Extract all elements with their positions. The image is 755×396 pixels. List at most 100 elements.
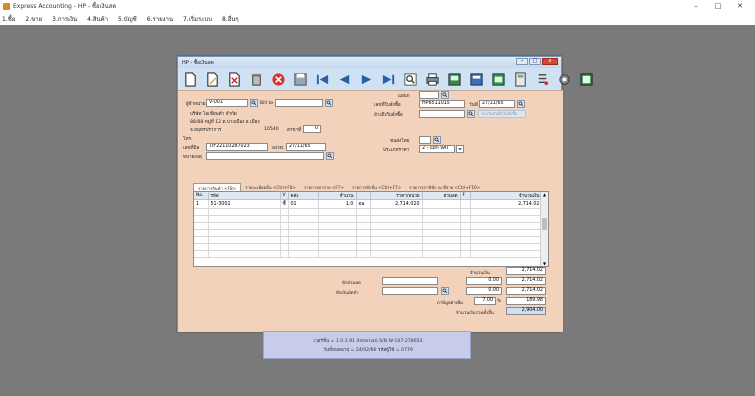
first-record-button[interactable] <box>313 70 331 88</box>
grid-vertical-scrollbar[interactable]: ▲ ▼ <box>540 192 548 266</box>
deposit-lookup-button[interactable] <box>441 287 449 295</box>
tools-button[interactable] <box>555 70 573 88</box>
trash-button[interactable] <box>247 70 265 88</box>
menu-reports[interactable]: 6.รายงาน <box>147 14 173 24</box>
total-label: จำนวนเงิน <box>470 271 490 276</box>
menu-purchase[interactable]: 1.ซื้อ <box>2 14 15 24</box>
cell-warehouse[interactable]: 01 <box>288 199 319 209</box>
scroll-down-icon[interactable]: ▼ <box>541 261 548 266</box>
cell-unit[interactable]: ea <box>356 199 371 209</box>
vat-type-dropdown-button[interactable] <box>456 145 464 153</box>
attach-button[interactable] <box>489 70 507 88</box>
date-hint: ช่วงวันบันทึกใบสั่งซื้อ <box>478 110 526 118</box>
col-header-no: No. <box>194 192 209 200</box>
discount-text-input[interactable] <box>382 277 438 285</box>
menu-finance[interactable]: 3.การเงิน <box>52 14 77 24</box>
job-input[interactable] <box>419 136 431 144</box>
cell-code[interactable]: 51-3001 <box>208 199 281 209</box>
supplier-lookup-button[interactable] <box>250 99 258 107</box>
table-row[interactable]: 1 51-3001 ซื้ 01 1.0 ea 2,714.020 2,714.… <box>194 199 543 209</box>
export-button[interactable] <box>467 70 485 88</box>
po-lookup-button[interactable] <box>467 110 475 118</box>
tab-expenses[interactable]: รายการค่าจ่าย <F7> <box>300 183 348 191</box>
child-minimize-button[interactable]: – <box>516 58 528 65</box>
expiry-line: วันที่หมดอายุ = 24/02/66 รหัสผู้ใช้ = 07… <box>323 348 413 353</box>
vat-type-select[interactable]: 2 - แยก VAT <box>419 145 455 153</box>
supplier-code-input[interactable]: V-001 <box>206 99 248 107</box>
scroll-thumb[interactable] <box>542 218 547 230</box>
scroll-up-icon[interactable]: ▲ <box>541 192 548 197</box>
menu-setup[interactable]: 7.เริ่มระบบ <box>183 14 212 24</box>
prev-record-button[interactable] <box>335 70 353 88</box>
deposit-ref-input[interactable] <box>382 287 438 295</box>
child-close-button[interactable]: x <box>542 58 558 65</box>
cell-qty[interactable]: 1.0 <box>318 199 357 209</box>
after-discount-amount: 2,714.02 <box>506 277 546 285</box>
menu-other[interactable]: 8.อื่นๆ <box>222 14 239 24</box>
discount-label: หักส่วนลด <box>342 281 361 286</box>
table-row[interactable] <box>194 243 543 251</box>
dept-lookup-button[interactable] <box>441 91 449 99</box>
first-icon <box>316 74 328 84</box>
grand-total-amount: 2,904.00 <box>506 307 546 315</box>
list-button[interactable] <box>533 70 551 88</box>
table-row[interactable] <box>194 208 543 216</box>
close-button[interactable]: ✕ <box>729 2 751 10</box>
tab-other-details[interactable]: รายละเอียดอื่น <Ctrl+F8> <box>241 183 300 191</box>
menu-accounting[interactable]: 5.บัญชี <box>118 14 137 24</box>
table-row[interactable] <box>194 250 543 258</box>
billto-lookup-button[interactable] <box>325 99 333 107</box>
last-record-button[interactable] <box>379 70 397 88</box>
search-icon <box>327 153 333 159</box>
bill-number-input[interactable]: TIF22110287023 <box>206 143 268 151</box>
remark-input[interactable] <box>206 152 324 160</box>
search-button[interactable] <box>401 70 419 88</box>
cell-amount[interactable]: 2,714.02 <box>470 199 543 209</box>
job-lookup-button[interactable] <box>433 136 441 144</box>
dept-input[interactable] <box>419 91 439 99</box>
date-input[interactable]: 27/11/65 <box>479 100 515 108</box>
cell-no[interactable]: 1 <box>194 199 209 209</box>
table-row[interactable] <box>194 229 543 237</box>
print-button[interactable] <box>423 70 441 88</box>
trash-icon <box>251 73 261 86</box>
version-info-panel: เวอร์ชั่น = 1.0.1.91 (Internal) S/N W-10… <box>263 331 471 359</box>
tab-withholding-tax[interactable]: รายการภาษีหัก ณ ที่จ่าย <Ctrl+F10> <box>405 183 484 191</box>
delete-button[interactable] <box>225 70 243 88</box>
date-picker-button[interactable] <box>517 100 525 108</box>
cell-discount[interactable] <box>422 199 461 209</box>
vat-rate-input[interactable]: 7.00 <box>474 297 496 305</box>
remark-lookup-button[interactable] <box>326 152 334 160</box>
table-row[interactable] <box>194 222 543 230</box>
cell-f[interactable] <box>460 199 471 209</box>
save-button[interactable] <box>291 70 309 88</box>
bill-date-input[interactable]: 27/11/65 <box>286 143 326 151</box>
next-record-button[interactable] <box>357 70 375 88</box>
minimize-button[interactable]: – <box>685 2 707 10</box>
tab-items[interactable]: รายการสินค้า <F8> <box>193 183 242 191</box>
deposit-amount[interactable]: 0.00 <box>466 287 502 295</box>
cell-v[interactable]: ซื้ <box>280 199 289 209</box>
app-title: Express Accounting - HP - ซื้อเงินสด <box>13 3 117 10</box>
cancel-button[interactable] <box>269 70 287 88</box>
discount-amount[interactable]: 0.00 <box>466 277 502 285</box>
table-row[interactable] <box>194 236 543 244</box>
child-maximize-button[interactable]: □ <box>529 58 541 65</box>
preview-button[interactable] <box>445 70 463 88</box>
po-input[interactable] <box>419 110 465 118</box>
table-row[interactable] <box>194 215 543 223</box>
maximize-button[interactable]: □ <box>707 2 729 10</box>
report-button[interactable] <box>577 70 595 88</box>
detail-tabs: รายการสินค้า <F8> รายละเอียดอื่น <Ctrl+F… <box>193 183 484 191</box>
cell-unit-price[interactable]: 2,714.020 <box>370 199 423 209</box>
new-button[interactable] <box>181 70 199 88</box>
docno-input[interactable]: HP6511015 <box>419 100 465 108</box>
calc-button[interactable] <box>511 70 529 88</box>
col-header-unit-price: ราคา/หน่วย <box>370 192 423 200</box>
tab-other-deductions[interactable]: รายการหักอื่น <Ctrl+F7> <box>348 183 405 191</box>
billto-input[interactable] <box>275 99 323 107</box>
edit-button[interactable] <box>203 70 221 88</box>
menu-inventory[interactable]: 4.สินค้า <box>87 14 108 24</box>
menu-sales[interactable]: 2.ขาย <box>25 14 42 24</box>
branch-input[interactable]: 0 <box>303 125 321 133</box>
